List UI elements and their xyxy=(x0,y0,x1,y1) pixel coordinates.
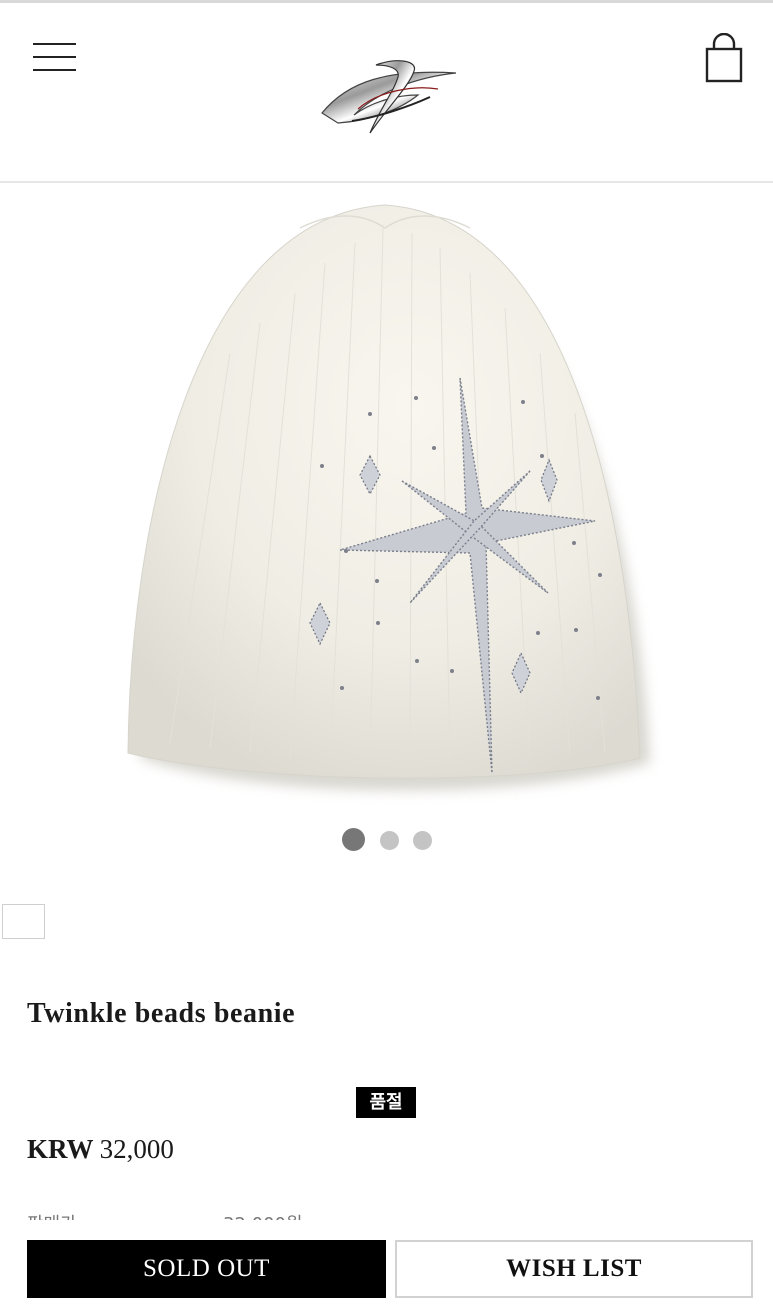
carousel-dot-3[interactable] xyxy=(413,831,432,850)
site-header xyxy=(0,3,773,181)
carousel-pagination xyxy=(0,826,773,854)
sold-out-button[interactable]: SOLD OUT xyxy=(27,1240,386,1298)
wish-list-button[interactable]: WISH LIST xyxy=(395,1240,753,1298)
retail-price-value: 32,000원 xyxy=(223,1210,303,1220)
purchase-action-bar: SOLD OUT WISH LIST xyxy=(0,1222,773,1308)
brand-logo[interactable] xyxy=(318,51,458,141)
hamburger-menu-icon[interactable] xyxy=(30,39,80,79)
carousel-dot-2[interactable] xyxy=(380,831,399,850)
shopping-bag-icon[interactable] xyxy=(702,33,746,85)
product-image-carousel[interactable] xyxy=(0,183,773,823)
retail-price-row: 판매가 32,000원 xyxy=(27,1204,327,1220)
color-swatch[interactable] xyxy=(2,904,45,939)
price-amount: 32,000 xyxy=(99,1134,174,1164)
retail-price-label: 판매가 xyxy=(27,1210,77,1220)
carousel-dot-1[interactable] xyxy=(342,828,365,851)
product-image xyxy=(127,204,650,791)
price-currency: KRW xyxy=(27,1134,94,1164)
product-title: Twinkle beads beanie xyxy=(27,998,296,1029)
sold-out-badge: 품절 xyxy=(356,1087,416,1118)
product-price: KRW 32,000 xyxy=(27,1134,174,1165)
